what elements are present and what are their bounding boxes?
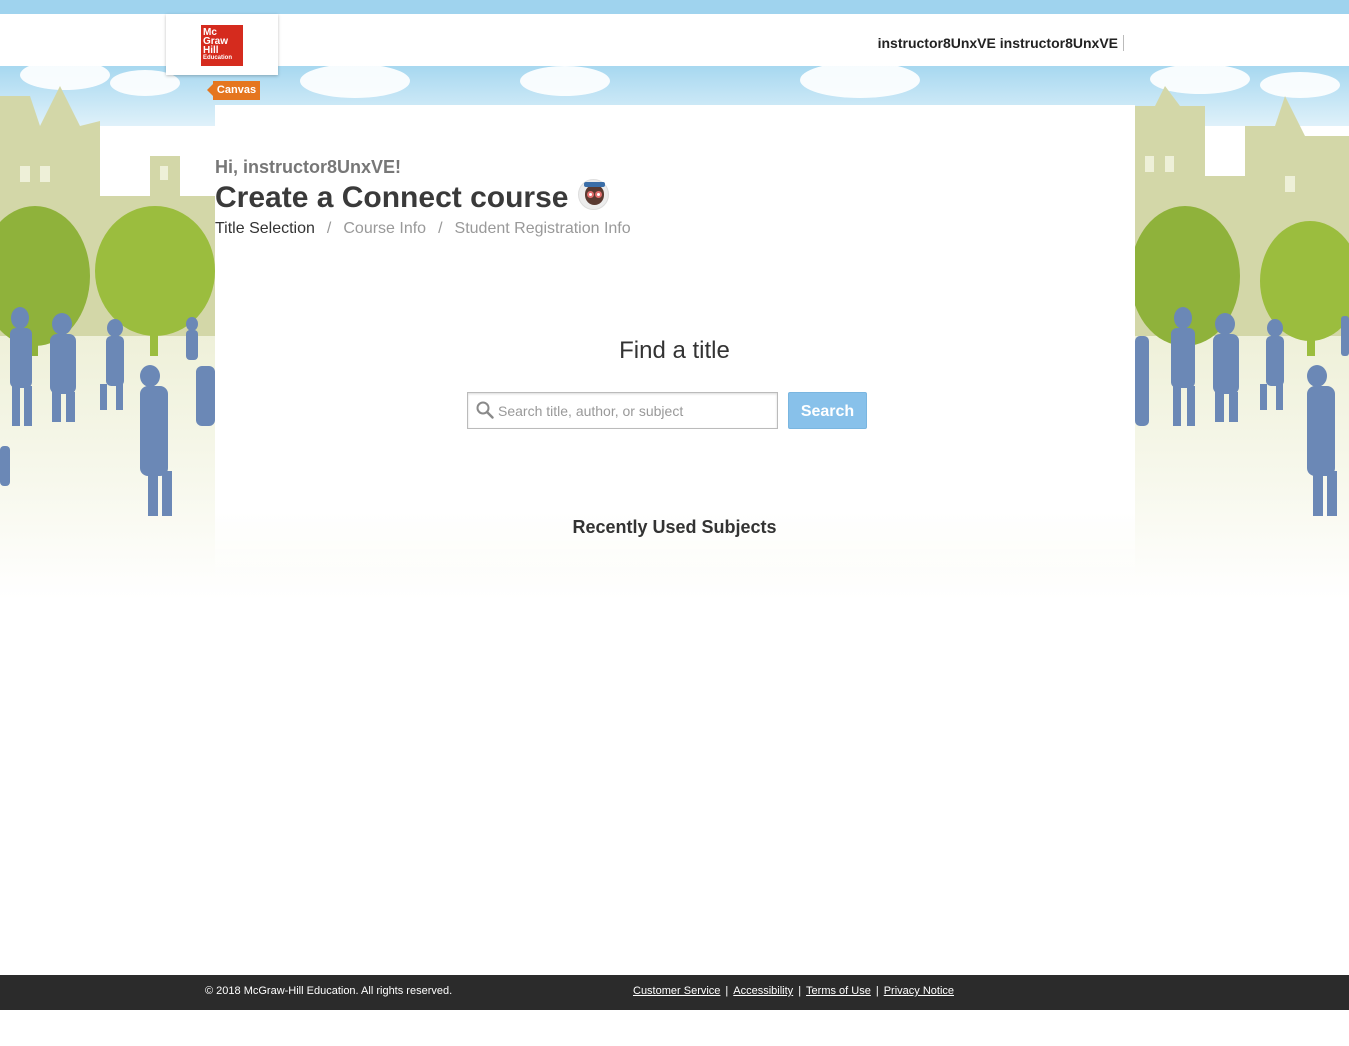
- copyright: © 2018 McGraw-Hill Education. All rights…: [205, 985, 453, 997]
- footer-separator: |: [798, 985, 802, 997]
- search-input[interactable]: [498, 394, 774, 427]
- logo-sub: Education: [203, 55, 233, 61]
- user-name-menu[interactable]: instructor8UnxVE instructor8UnxVE: [878, 35, 1118, 51]
- footer: © 2018 McGraw-Hill Education. All rights…: [0, 975, 1349, 1010]
- accessibility-link[interactable]: Accessibility: [733, 985, 793, 997]
- mcgraw-hill-logo[interactable]: Mc Graw Hill Education: [166, 14, 278, 75]
- logo-mark: Mc Graw Hill Education: [201, 25, 243, 66]
- page-title: Create a Connect course: [215, 181, 569, 214]
- breadcrumb-student-registration: Student Registration Info: [454, 220, 631, 237]
- privacy-notice-link[interactable]: Privacy Notice: [884, 985, 954, 997]
- left-scenery: [0, 86, 215, 516]
- footer-separator: |: [875, 985, 879, 997]
- breadcrumb-separator: /: [438, 220, 443, 237]
- sky-strip: [0, 0, 1349, 14]
- breadcrumb-separator: /: [326, 220, 332, 237]
- customer-service-link[interactable]: Customer Service: [633, 985, 720, 997]
- search-button[interactable]: Search: [788, 392, 867, 429]
- owl-mascot-icon[interactable]: [578, 179, 609, 210]
- greeting: Hi, instructor8UnxVE!: [215, 157, 402, 177]
- search-icon: [476, 401, 494, 419]
- lms-canvas-tag: Canvas: [207, 81, 260, 100]
- recently-used-subjects-heading: Recently Used Subjects: [572, 517, 777, 537]
- breadcrumb-course-info: Course Info: [343, 220, 427, 237]
- header-divider: [1123, 35, 1124, 51]
- footer-links: Customer Service | Accessibility | Terms of …: [633, 985, 954, 997]
- search-field[interactable]: [467, 392, 778, 429]
- find-title-heading: Find a title: [619, 337, 730, 364]
- breadcrumb-title-selection: Title Selection: [215, 220, 315, 237]
- terms-of-use-link[interactable]: Terms of Use: [806, 985, 871, 997]
- right-scenery: [1135, 86, 1349, 516]
- breadcrumb: Title Selection / Course Info / Student Regi…: [215, 220, 631, 238]
- footer-separator: |: [725, 985, 729, 997]
- logo-line-3: Hill: [203, 45, 219, 56]
